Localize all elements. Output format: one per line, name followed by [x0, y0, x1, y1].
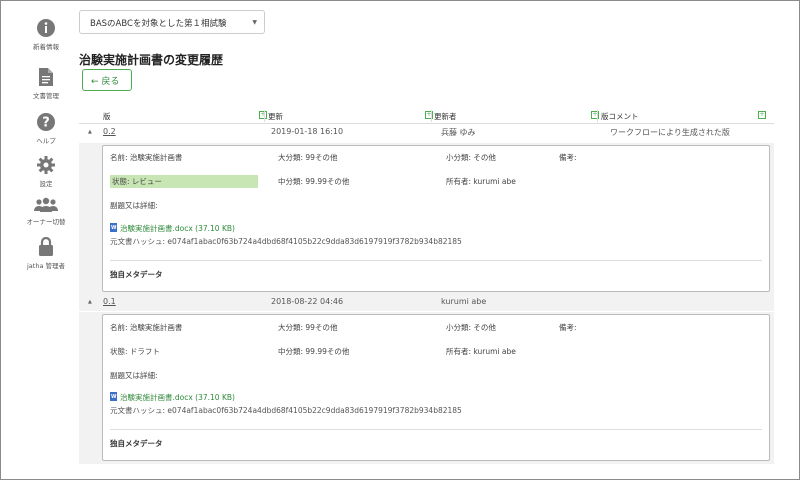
chevron-down-icon: ▼	[252, 19, 257, 26]
sidebar-item-label: jatha 管理者	[26, 262, 65, 270]
sidebar-item-label: ヘルプ	[36, 137, 56, 145]
updated-date: 2019-01-18 16:10	[271, 127, 344, 136]
doc-name: 名前: 治験実施計画書	[110, 153, 183, 162]
document-hash: 元文書ハッシュ: e074af1abac0f63b724a4dbd68f4105…	[110, 406, 462, 415]
subtitle-label: 副題又は詳細:	[110, 371, 158, 380]
version-link[interactable]: 0.1	[103, 297, 116, 306]
collapse-triangle-icon[interactable]: ▲	[88, 129, 92, 135]
sidebar-item-label: 新着情報	[33, 43, 59, 51]
column-divider	[431, 110, 432, 122]
custom-metadata-title: 独自メタデータ	[110, 270, 163, 279]
version-row[interactable]: ▲ 0.2 2019-01-18 16:10 兵藤 ゆみ ワークフローにより生成…	[79, 125, 774, 141]
owner: 所有者: kurumi abe	[446, 347, 516, 356]
sidebar-item-settings[interactable]: 設定	[1, 155, 91, 188]
page-title: 治験実施計画書の変更履歴	[79, 53, 224, 67]
document-hash: 元文書ハッシュ: e074af1abac0f63b724a4dbd68f4105…	[110, 237, 462, 246]
word-file-icon	[110, 392, 117, 401]
remarks: 備考:	[559, 153, 577, 162]
updated-date: 2018-08-22 04:46	[271, 297, 344, 306]
sidebar-item-label: 文書管理	[33, 92, 59, 100]
column-header-version[interactable]: 版 +	[103, 108, 271, 124]
users-icon	[34, 197, 58, 212]
version-detail-container: 名前: 治験実施計画書 大分類: 99その他 小分類: その他 備考: 状態: …	[79, 312, 774, 464]
divider	[110, 429, 762, 430]
major-category: 大分類: 99その他	[278, 323, 338, 332]
version-detail-container: 名前: 治験実施計画書 大分類: 99その他 小分類: その他 備考: 状態: …	[79, 143, 774, 295]
version-row[interactable]: ▲ 0.1 2018-08-22 04:46 kurumi abe	[79, 295, 774, 311]
app-frame: 新着情報 文書管理 ? ヘルプ 設定 オーナー切替 jatha 管理者 BASの…	[0, 0, 800, 480]
sort-icon[interactable]: +	[758, 111, 766, 119]
svg-text:?: ?	[42, 116, 50, 131]
subtitle-label: 副題又は詳細:	[110, 201, 158, 210]
version-detail-card: 名前: 治験実施計画書 大分類: 99その他 小分類: その他 備考: 状態: …	[102, 314, 770, 461]
status-badge: 状態: ドラフト	[110, 347, 160, 356]
remarks: 備考:	[559, 323, 577, 332]
middle-category: 中分類: 99.99その他	[278, 177, 350, 186]
updated-by: kurumi abe	[441, 297, 487, 306]
minor-category: 小分類: その他	[446, 323, 496, 332]
word-file-icon	[110, 223, 117, 232]
version-detail-card: 名前: 治験実施計画書 大分類: 99その他 小分類: その他 備考: 状態: …	[102, 145, 770, 292]
sidebar-item-label: オーナー切替	[26, 218, 66, 226]
sidebar-item-documents[interactable]: 文書管理	[1, 67, 91, 100]
gear-icon	[37, 156, 55, 174]
info-icon	[37, 19, 55, 37]
column-header-updated[interactable]: 更新 +	[268, 108, 437, 124]
updated-by: 兵藤 ゆみ	[441, 128, 476, 137]
sidebar-item-owner-switch[interactable]: オーナー切替	[1, 197, 91, 226]
version-comment: ワークフローにより生成された版	[610, 128, 730, 137]
lock-icon	[39, 237, 53, 256]
project-select-value: BASのABCを対象とした第１相試験	[90, 19, 227, 29]
column-header-comment[interactable]: 版コメント +	[601, 108, 770, 124]
sidebar: 新着情報 文書管理 ? ヘルプ 設定 オーナー切替 jatha 管理者	[1, 1, 73, 479]
collapse-triangle-icon[interactable]: ▲	[88, 299, 92, 305]
table-header: 版 + 更新 + 更新者 + 版コメント +	[79, 108, 774, 124]
version-link[interactable]: 0.2	[103, 127, 116, 136]
status-badge: 状態: レビュー	[110, 175, 258, 188]
help-icon: ?	[37, 113, 55, 131]
middle-category: 中分類: 99.99その他	[278, 347, 350, 356]
sidebar-item-help[interactable]: ? ヘルプ	[1, 112, 91, 145]
column-divider	[264, 110, 265, 122]
column-divider	[597, 110, 598, 122]
custom-metadata-title: 独自メタデータ	[110, 439, 163, 448]
sidebar-item-admin[interactable]: jatha 管理者	[1, 237, 91, 270]
sort-icon[interactable]: +	[259, 111, 267, 119]
sidebar-item-news[interactable]: 新着情報	[1, 18, 91, 51]
back-button[interactable]: ← 戻る	[82, 69, 132, 91]
file-link[interactable]: 治験実施計画書.docx (37.10 KB)	[110, 223, 235, 234]
minor-category: 小分類: その他	[446, 153, 496, 162]
doc-name: 名前: 治験実施計画書	[110, 323, 183, 332]
owner: 所有者: kurumi abe	[446, 177, 516, 186]
major-category: 大分類: 99その他	[278, 153, 338, 162]
sidebar-item-label: 設定	[39, 180, 53, 188]
project-select[interactable]: BASのABCを対象とした第１相試験 ▼	[79, 10, 265, 34]
column-header-updated-by[interactable]: 更新者 +	[434, 108, 603, 124]
divider	[110, 260, 762, 261]
file-link[interactable]: 治験実施計画書.docx (37.10 KB)	[110, 392, 235, 403]
document-icon	[39, 68, 53, 86]
